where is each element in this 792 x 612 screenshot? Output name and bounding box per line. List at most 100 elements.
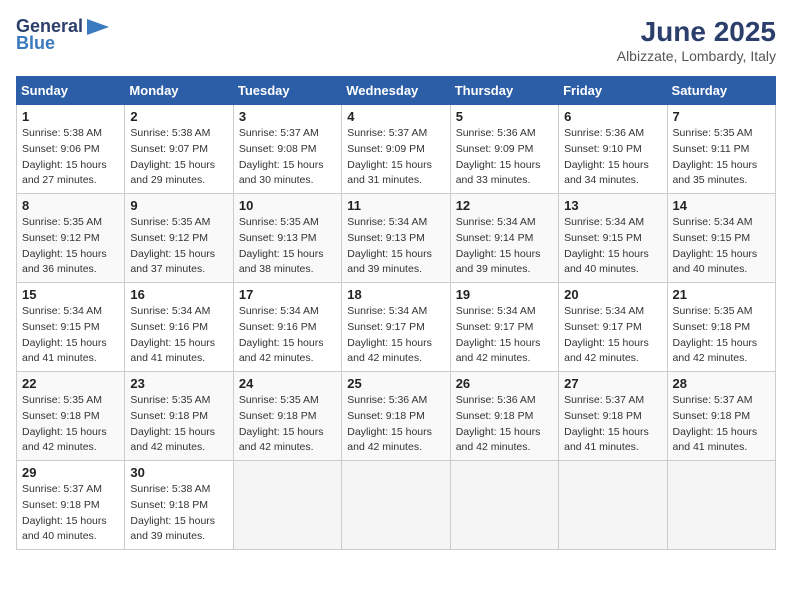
day-info: Sunrise: 5:34 AM Sunset: 9:15 PM Dayligh… xyxy=(564,215,661,278)
daylight: Daylight: 15 hours and 41 minutes. xyxy=(130,337,215,365)
sunrise: Sunrise: 5:35 AM xyxy=(130,394,210,406)
day-info: Sunrise: 5:34 AM Sunset: 9:17 PM Dayligh… xyxy=(564,304,661,367)
day-info: Sunrise: 5:34 AM Sunset: 9:16 PM Dayligh… xyxy=(239,304,336,367)
day-number: 28 xyxy=(673,376,770,391)
day-info: Sunrise: 5:34 AM Sunset: 9:17 PM Dayligh… xyxy=(347,304,444,367)
table-row: 25 Sunrise: 5:36 AM Sunset: 9:18 PM Dayl… xyxy=(342,372,450,461)
daylight: Daylight: 15 hours and 29 minutes. xyxy=(130,159,215,187)
daylight: Daylight: 15 hours and 42 minutes. xyxy=(673,337,758,365)
table-row: 28 Sunrise: 5:37 AM Sunset: 9:18 PM Dayl… xyxy=(667,372,775,461)
day-number: 23 xyxy=(130,376,227,391)
table-row: 22 Sunrise: 5:35 AM Sunset: 9:18 PM Dayl… xyxy=(17,372,125,461)
daylight: Daylight: 15 hours and 41 minutes. xyxy=(564,426,649,454)
day-number: 18 xyxy=(347,287,444,302)
sunrise: Sunrise: 5:37 AM xyxy=(22,483,102,495)
col-friday: Friday xyxy=(559,77,667,105)
sunset: Sunset: 9:13 PM xyxy=(239,232,317,244)
daylight: Daylight: 15 hours and 36 minutes. xyxy=(22,248,107,276)
empty-cell xyxy=(233,461,341,550)
sunrise: Sunrise: 5:34 AM xyxy=(130,305,210,317)
sunrise: Sunrise: 5:34 AM xyxy=(673,216,753,228)
daylight: Daylight: 15 hours and 37 minutes. xyxy=(130,248,215,276)
daylight: Daylight: 15 hours and 40 minutes. xyxy=(564,248,649,276)
sunrise: Sunrise: 5:34 AM xyxy=(239,305,319,317)
sunset: Sunset: 9:17 PM xyxy=(456,321,534,333)
sunrise: Sunrise: 5:36 AM xyxy=(347,394,427,406)
empty-cell xyxy=(450,461,558,550)
sunset: Sunset: 9:18 PM xyxy=(347,410,425,422)
daylight: Daylight: 15 hours and 39 minutes. xyxy=(347,248,432,276)
table-row: 29 Sunrise: 5:37 AM Sunset: 9:18 PM Dayl… xyxy=(17,461,125,550)
day-number: 19 xyxy=(456,287,553,302)
day-number: 20 xyxy=(564,287,661,302)
day-info: Sunrise: 5:34 AM Sunset: 9:15 PM Dayligh… xyxy=(22,304,119,367)
table-row: 3 Sunrise: 5:37 AM Sunset: 9:08 PM Dayli… xyxy=(233,105,341,194)
sunset: Sunset: 9:16 PM xyxy=(239,321,317,333)
daylight: Daylight: 15 hours and 42 minutes. xyxy=(239,426,324,454)
sunrise: Sunrise: 5:34 AM xyxy=(347,216,427,228)
day-info: Sunrise: 5:37 AM Sunset: 9:08 PM Dayligh… xyxy=(239,126,336,189)
table-row: 19 Sunrise: 5:34 AM Sunset: 9:17 PM Dayl… xyxy=(450,283,558,372)
table-row: 21 Sunrise: 5:35 AM Sunset: 9:18 PM Dayl… xyxy=(667,283,775,372)
day-number: 12 xyxy=(456,198,553,213)
calendar-row: 15 Sunrise: 5:34 AM Sunset: 9:15 PM Dayl… xyxy=(17,283,776,372)
sunset: Sunset: 9:06 PM xyxy=(22,143,100,155)
sunrise: Sunrise: 5:35 AM xyxy=(22,394,102,406)
table-row: 5 Sunrise: 5:36 AM Sunset: 9:09 PM Dayli… xyxy=(450,105,558,194)
sunset: Sunset: 9:18 PM xyxy=(130,410,208,422)
sunset: Sunset: 9:14 PM xyxy=(456,232,534,244)
sunrise: Sunrise: 5:35 AM xyxy=(239,394,319,406)
daylight: Daylight: 15 hours and 42 minutes. xyxy=(564,337,649,365)
day-number: 27 xyxy=(564,376,661,391)
sunrise: Sunrise: 5:38 AM xyxy=(130,127,210,139)
sunrise: Sunrise: 5:34 AM xyxy=(456,216,536,228)
day-number: 9 xyxy=(130,198,227,213)
daylight: Daylight: 15 hours and 27 minutes. xyxy=(22,159,107,187)
sunrise: Sunrise: 5:35 AM xyxy=(130,216,210,228)
sunrise: Sunrise: 5:35 AM xyxy=(22,216,102,228)
day-number: 17 xyxy=(239,287,336,302)
table-row: 9 Sunrise: 5:35 AM Sunset: 9:12 PM Dayli… xyxy=(125,194,233,283)
sunset: Sunset: 9:13 PM xyxy=(347,232,425,244)
col-thursday: Thursday xyxy=(450,77,558,105)
sunrise: Sunrise: 5:37 AM xyxy=(673,394,753,406)
daylight: Daylight: 15 hours and 42 minutes. xyxy=(130,426,215,454)
sunset: Sunset: 9:18 PM xyxy=(673,410,751,422)
calendar-body: 1 Sunrise: 5:38 AM Sunset: 9:06 PM Dayli… xyxy=(17,105,776,550)
day-number: 7 xyxy=(673,109,770,124)
day-info: Sunrise: 5:35 AM Sunset: 9:18 PM Dayligh… xyxy=(673,304,770,367)
sunset: Sunset: 9:11 PM xyxy=(673,143,750,155)
day-number: 24 xyxy=(239,376,336,391)
day-number: 14 xyxy=(673,198,770,213)
day-info: Sunrise: 5:34 AM Sunset: 9:13 PM Dayligh… xyxy=(347,215,444,278)
day-info: Sunrise: 5:38 AM Sunset: 9:06 PM Dayligh… xyxy=(22,126,119,189)
sunset: Sunset: 9:07 PM xyxy=(130,143,208,155)
day-number: 8 xyxy=(22,198,119,213)
daylight: Daylight: 15 hours and 31 minutes. xyxy=(347,159,432,187)
sunrise: Sunrise: 5:34 AM xyxy=(456,305,536,317)
col-sunday: Sunday xyxy=(17,77,125,105)
sunset: Sunset: 9:15 PM xyxy=(673,232,751,244)
table-row: 14 Sunrise: 5:34 AM Sunset: 9:15 PM Dayl… xyxy=(667,194,775,283)
day-info: Sunrise: 5:38 AM Sunset: 9:18 PM Dayligh… xyxy=(130,482,227,545)
col-monday: Monday xyxy=(125,77,233,105)
sunrise: Sunrise: 5:37 AM xyxy=(347,127,427,139)
sunrise: Sunrise: 5:37 AM xyxy=(564,394,644,406)
sunset: Sunset: 9:18 PM xyxy=(22,410,100,422)
sunrise: Sunrise: 5:34 AM xyxy=(347,305,427,317)
daylight: Daylight: 15 hours and 42 minutes. xyxy=(347,337,432,365)
logo-flag-icon xyxy=(87,19,109,35)
day-info: Sunrise: 5:36 AM Sunset: 9:18 PM Dayligh… xyxy=(347,393,444,456)
col-tuesday: Tuesday xyxy=(233,77,341,105)
table-row: 17 Sunrise: 5:34 AM Sunset: 9:16 PM Dayl… xyxy=(233,283,341,372)
daylight: Daylight: 15 hours and 34 minutes. xyxy=(564,159,649,187)
sunrise: Sunrise: 5:36 AM xyxy=(456,394,536,406)
day-info: Sunrise: 5:36 AM Sunset: 9:18 PM Dayligh… xyxy=(456,393,553,456)
sunset: Sunset: 9:18 PM xyxy=(239,410,317,422)
title-area: June 2025 Albizzate, Lombardy, Italy xyxy=(617,16,776,64)
day-number: 13 xyxy=(564,198,661,213)
daylight: Daylight: 15 hours and 41 minutes. xyxy=(22,337,107,365)
sunrise: Sunrise: 5:35 AM xyxy=(673,305,753,317)
day-info: Sunrise: 5:35 AM Sunset: 9:18 PM Dayligh… xyxy=(130,393,227,456)
sunset: Sunset: 9:12 PM xyxy=(22,232,100,244)
